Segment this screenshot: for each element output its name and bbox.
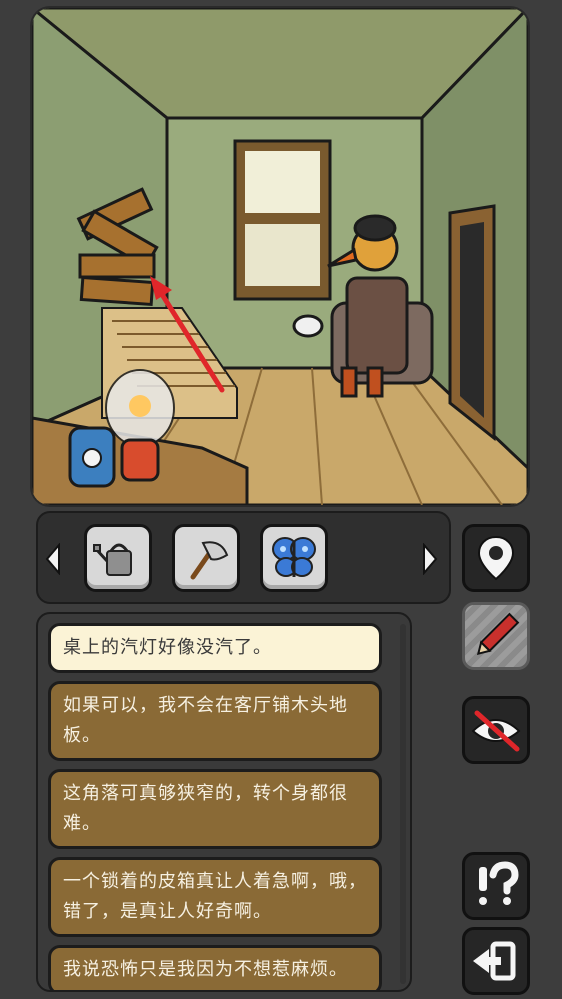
dialog-line[interactable]: 我说恐怖只是我因为不想惹麻烦。 <box>48 945 382 990</box>
inventory-slot-axe[interactable] <box>172 524 240 592</box>
hint-button[interactable] <box>462 852 530 920</box>
exit-button[interactable] <box>462 927 530 995</box>
inventory-slot-butterfly[interactable] <box>260 524 328 592</box>
inventory-prev-button[interactable] <box>44 542 62 576</box>
axe-icon <box>190 541 229 580</box>
scene-view[interactable] <box>32 8 528 505</box>
chevron-right-icon <box>423 542 438 576</box>
dialog-history-panel[interactable]: 桌上的汽灯好像没汽了。 如果可以，我不会在客厅铺木头地板。 这角落可真够狭窄的，… <box>36 612 412 992</box>
exclamation-question-icon <box>479 861 519 905</box>
dialog-list: 桌上的汽灯好像没汽了。 如果可以，我不会在客厅铺木头地板。 这角落可真够狭窄的，… <box>48 623 392 990</box>
hide-button[interactable] <box>462 696 530 764</box>
crossed-eye-icon <box>471 710 521 752</box>
inventory-bar <box>36 511 451 604</box>
location-pin-icon <box>477 535 515 581</box>
dialog-line[interactable]: 这角落可真够狭窄的，转个身都很难。 <box>48 769 382 849</box>
dialog-line[interactable]: 如果可以，我不会在客厅铺木头地板。 <box>48 681 382 761</box>
notes-button[interactable] <box>462 602 530 670</box>
dialog-line-current[interactable]: 桌上的汽灯好像没汽了。 <box>48 623 382 673</box>
dialog-scrollbar[interactable] <box>400 624 406 984</box>
inventory-slot-watering-can[interactable] <box>84 524 152 592</box>
chevron-left-icon <box>45 542 60 576</box>
inventory-next-button[interactable] <box>421 542 439 576</box>
pencil-icon <box>476 612 520 656</box>
exit-arrow-icon <box>473 941 516 981</box>
butterfly-icon <box>272 537 316 577</box>
watering-can-icon <box>93 543 132 576</box>
map-button[interactable] <box>462 524 530 592</box>
dialog-line[interactable]: 一个锁着的皮箱真让人着急啊，哦，错了，是真让人好奇啊。 <box>48 857 382 937</box>
